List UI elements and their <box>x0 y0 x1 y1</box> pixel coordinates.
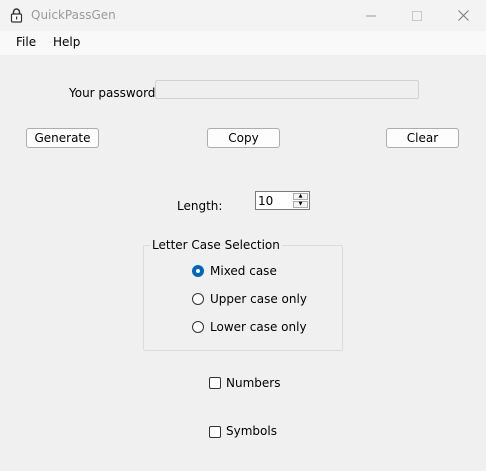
letter-case-group-label: Letter Case Selection <box>150 238 282 252</box>
length-stepper[interactable]: 10 ▲ ▼ <box>255 191 310 210</box>
radio-mixed-case-label[interactable]: Mixed case <box>210 264 277 278</box>
length-label: Length: <box>177 199 223 213</box>
close-button[interactable] <box>440 0 486 31</box>
copy-button[interactable]: Copy <box>207 128 280 148</box>
menu-help[interactable]: Help <box>53 35 80 49</box>
app-window: QuickPassGen File Help Your password: Ge… <box>0 0 486 471</box>
numbers-checkbox[interactable] <box>209 377 221 389</box>
radio-lower-case[interactable] <box>192 321 204 333</box>
generate-button[interactable]: Generate <box>26 128 99 148</box>
minimize-icon <box>366 15 376 16</box>
stepper-arrows: ▲ ▼ <box>293 193 308 208</box>
radio-mixed-case[interactable] <box>192 265 204 277</box>
close-icon <box>457 10 469 21</box>
minimize-button[interactable] <box>348 0 394 31</box>
radio-lower-case-label[interactable]: Lower case only <box>210 320 307 334</box>
numbers-label[interactable]: Numbers <box>226 376 280 390</box>
title-bar: QuickPassGen <box>0 0 486 31</box>
clear-button[interactable]: Clear <box>386 128 459 148</box>
password-field[interactable] <box>155 80 419 99</box>
password-label: Your password: <box>69 86 160 100</box>
radio-upper-case-label[interactable]: Upper case only <box>210 292 307 306</box>
symbols-label[interactable]: Symbols <box>226 424 277 438</box>
maximize-button[interactable] <box>394 0 440 31</box>
stepper-down-arrow-icon[interactable]: ▼ <box>293 201 308 208</box>
symbols-checkbox[interactable] <box>209 426 221 438</box>
lock-icon <box>10 8 23 23</box>
length-value[interactable]: 10 <box>258 194 273 208</box>
window-title: QuickPassGen <box>31 8 116 22</box>
radio-upper-case[interactable] <box>192 293 204 305</box>
stepper-up-arrow-icon[interactable]: ▲ <box>293 193 308 200</box>
menu-file[interactable]: File <box>16 35 36 49</box>
maximize-icon <box>412 10 422 21</box>
